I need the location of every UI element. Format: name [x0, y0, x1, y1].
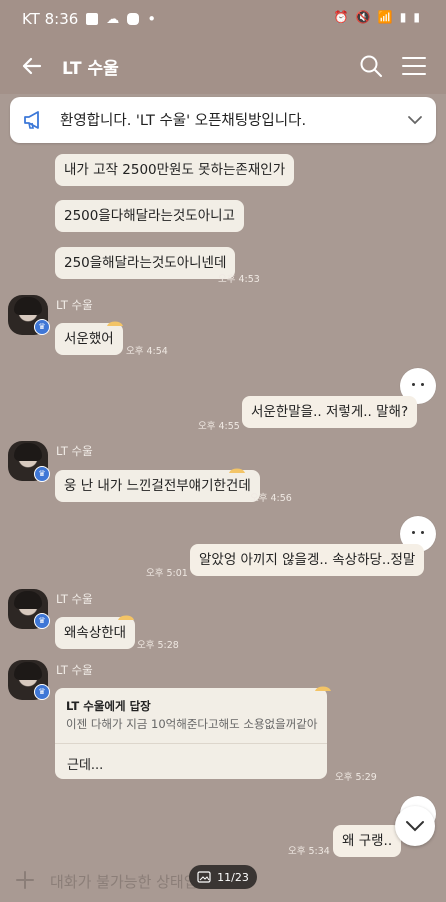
plus-icon[interactable]	[14, 869, 36, 891]
sender-name: LT 수울	[56, 444, 93, 458]
paw-icon	[107, 321, 123, 326]
wifi-icon: 📶	[377, 10, 393, 24]
timestamp: 오후 5:01	[146, 568, 188, 579]
search-icon[interactable]	[358, 53, 384, 79]
battery-icon: ▮	[413, 10, 420, 24]
sender-name: LT 수울	[56, 592, 93, 606]
message-bubble[interactable]: 내가 고작 2500만원도 못하는존재인가	[55, 154, 295, 186]
paw-icon	[315, 686, 331, 691]
timestamp: 오후 4:55	[198, 421, 240, 432]
signal-icon: ▮	[399, 10, 407, 24]
timestamp: 오후 5:34	[288, 846, 330, 857]
timestamp: 오후 5:29	[335, 772, 377, 783]
scroll-down-button[interactable]	[395, 806, 435, 846]
timestamp: 오후 5:28	[137, 640, 179, 651]
sender-name: LT 수울	[56, 663, 93, 677]
timestamp: 오후 4:53	[218, 274, 260, 285]
carrier-time: KT 8:36	[22, 10, 79, 28]
alarm-icon: ⏰	[333, 10, 349, 24]
paw-icon	[229, 468, 245, 473]
message-bubble[interactable]: 왜 구랭..	[333, 825, 402, 857]
status-bar: KT 8:36 ☁ • ⏰ 🔇 📶 ▮ ▮	[0, 0, 446, 38]
status-dot: •	[147, 10, 157, 28]
timestamp: 오후 4:54	[126, 346, 168, 357]
paw-icon	[118, 615, 134, 620]
back-arrow-icon[interactable]	[18, 52, 46, 80]
reply-title: LT 수울에게 답장	[66, 699, 151, 713]
timestamp: 오후 4:56	[250, 493, 292, 504]
crown-icon: ♛	[34, 319, 50, 335]
reply-bubble[interactable]: LT 수울에게 답장 이젠 다해가 지금 10억해준다고해도 소용없을꺼같아 근…	[55, 688, 327, 779]
message-bubble[interactable]: 250을해달라는것도아니넨데	[55, 247, 236, 279]
message-bubble[interactable]: 2500을다해달라는것도아니고	[55, 200, 244, 232]
message-bubble[interactable]: 알았엉 아끼지 않을겡.. 속상하당..정말	[190, 544, 425, 576]
megaphone-icon	[24, 111, 39, 129]
sender-name: LT 수울	[56, 298, 93, 312]
crown-icon: ♛	[34, 684, 50, 700]
notice-banner[interactable]: 환영합니다. 'LT 수울' 오픈채팅방입니다.	[10, 97, 436, 143]
crown-icon: ♛	[34, 613, 50, 629]
menu-icon[interactable]	[400, 53, 428, 79]
message-bubble[interactable]: 서운한말을.. 저렇게.. 말해?	[242, 396, 418, 428]
notice-text: 환영합니다. 'LT 수울' 오픈채팅방입니다.	[60, 113, 307, 129]
reply-divider	[55, 743, 327, 744]
app-icon	[127, 13, 140, 25]
gallery-icon	[197, 871, 211, 883]
reply-body: 근데...	[67, 758, 104, 773]
crown-icon: ♛	[34, 466, 50, 482]
page-count: 11/23	[217, 870, 249, 884]
gallery-icon	[86, 13, 99, 25]
chevron-down-icon	[406, 821, 424, 832]
message-input[interactable]: 대화가 불가능한 상태입	[50, 871, 198, 892]
cloud-icon: ☁	[106, 11, 120, 27]
chevron-down-icon[interactable]	[406, 111, 424, 129]
mute-icon: 🔇	[355, 10, 371, 24]
page-indicator: 11/23	[189, 865, 257, 889]
chat-header: LT 수울	[0, 38, 446, 94]
reply-quote: 이젠 다해가 지금 10억해준다고해도 소용없을꺼같아	[66, 717, 318, 731]
chat-title: LT 수울	[62, 59, 119, 79]
